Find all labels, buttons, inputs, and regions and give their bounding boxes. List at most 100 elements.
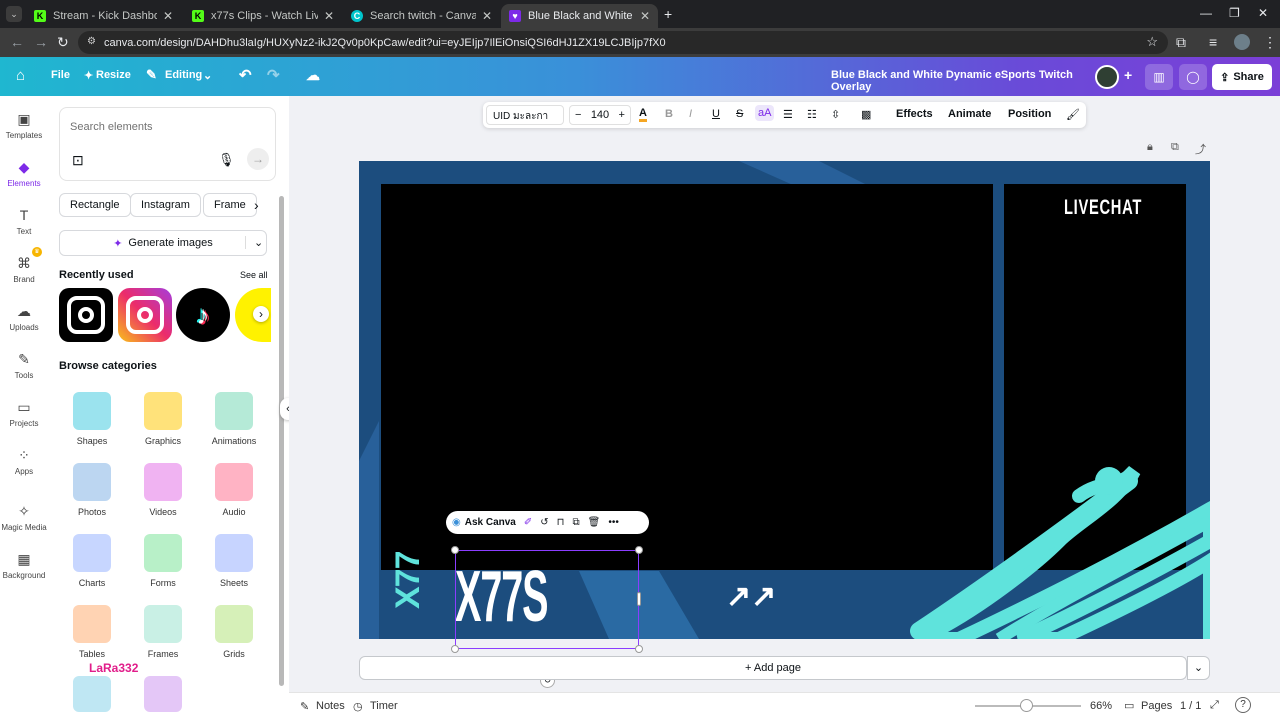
lock-element-icon[interactable]: ⊓ xyxy=(557,517,565,528)
selection-box[interactable] xyxy=(455,550,639,649)
notes-button[interactable]: Notes xyxy=(316,700,345,712)
spacing-icon[interactable]: ⇳ xyxy=(831,108,840,121)
chip-rectangle[interactable]: Rectangle xyxy=(59,193,131,217)
search-submit-icon[interactable]: → xyxy=(247,148,269,170)
side-handle[interactable] xyxy=(637,592,641,606)
close-window-icon[interactable]: ✕ xyxy=(1258,6,1268,20)
scroll-right-icon[interactable]: › xyxy=(253,306,269,322)
undo-icon[interactable]: ↶ xyxy=(239,66,252,84)
file-menu[interactable]: File xyxy=(51,69,70,81)
rail-templates[interactable]: ▣ Templates xyxy=(0,111,48,140)
redo-icon[interactable]: ↷ xyxy=(267,66,280,84)
panel-scrollbar[interactable] xyxy=(279,196,284,686)
instagram-black-icon[interactable] xyxy=(59,288,113,342)
resize-handle[interactable] xyxy=(451,546,459,554)
collaborator-avatar[interactable] xyxy=(1095,65,1119,89)
effects-button[interactable]: Effects xyxy=(896,108,933,120)
rail-brand[interactable]: ⌘ Brand ♛ xyxy=(0,247,48,284)
rail-magic-media[interactable]: ✧ Magic Media xyxy=(0,503,48,532)
timer-button[interactable]: Timer xyxy=(370,700,398,712)
rail-apps[interactable]: ⁘ Apps xyxy=(0,447,48,476)
generate-images-button[interactable]: ✦ Generate images ⌄ xyxy=(59,230,267,256)
minimize-icon[interactable]: — xyxy=(1200,6,1212,20)
magic-edit-icon[interactable]: ✐ xyxy=(524,517,532,528)
copy-style-icon[interactable]: 🖌︎ xyxy=(1066,108,1080,121)
category-videos[interactable]: Videos xyxy=(131,463,195,517)
rail-uploads[interactable]: ☁ Uploads xyxy=(0,303,48,332)
category-animations[interactable]: Animations xyxy=(202,392,266,446)
chevron-down-icon[interactable]: ⌄ xyxy=(203,69,212,82)
resize-handle[interactable] xyxy=(635,645,643,653)
tiktok-icon[interactable]: ♪ xyxy=(176,288,230,342)
tab-list-icon[interactable]: ⌄ xyxy=(6,6,22,22)
editing-button[interactable]: Editing xyxy=(165,69,202,81)
page-options-button[interactable]: ⌄ xyxy=(1187,656,1210,680)
rail-elements[interactable]: ◆ Elements xyxy=(0,159,48,188)
category-frames[interactable]: Frames xyxy=(131,605,195,659)
microphone-icon[interactable]: 🎙 xyxy=(218,152,235,168)
rail-text[interactable]: T Text xyxy=(0,207,48,236)
lock-icon[interactable]: 🔒︎ xyxy=(1147,141,1153,154)
category-mockups[interactable] xyxy=(73,676,111,712)
font-selector[interactable]: UID มะละกา xyxy=(486,105,564,125)
letter-case-icon[interactable]: aA xyxy=(755,105,775,121)
close-tab-icon[interactable]: ✕ xyxy=(163,9,173,23)
category-charts[interactable]: Charts xyxy=(60,534,124,588)
close-tab-icon[interactable]: ✕ xyxy=(640,9,650,23)
add-page-button[interactable]: + Add page xyxy=(359,656,1187,680)
underline-icon[interactable]: U xyxy=(712,108,720,120)
chip-instagram[interactable]: Instagram xyxy=(130,193,201,217)
pages-button[interactable]: Pages xyxy=(1141,700,1172,712)
search-input[interactable]: Search elements xyxy=(70,121,153,133)
duplicate-page-icon[interactable]: ⧉ xyxy=(1171,141,1179,154)
font-size-input[interactable]: 140 xyxy=(591,109,609,121)
delete-icon[interactable]: 🗑︎ xyxy=(588,517,601,528)
tab-kick-dashboard[interactable]: K Stream - Kick Dashboard ✕ xyxy=(26,4,181,28)
cloud-saved-icon[interactable]: ☁ xyxy=(306,67,320,84)
design-title[interactable]: Blue Black and White Dynamic eSports Twi… xyxy=(831,69,1081,93)
category-tables[interactable]: Tables xyxy=(60,605,124,659)
ask-canva-button[interactable]: Ask Canva xyxy=(465,517,516,528)
animate-button[interactable]: Animate xyxy=(948,108,991,120)
text-color-icon[interactable]: A xyxy=(639,108,647,122)
tab-canva-search[interactable]: C Search twitch - Canva ✕ xyxy=(343,4,500,28)
bookmark-star-icon[interactable]: ☆ xyxy=(1146,34,1158,50)
profile-avatar[interactable] xyxy=(1234,34,1250,50)
rail-background[interactable]: ▦ Background xyxy=(0,551,48,580)
fullscreen-icon[interactable]: ⤢ xyxy=(1210,699,1219,712)
help-icon[interactable]: ? xyxy=(1235,697,1251,713)
resize-handle[interactable] xyxy=(451,645,459,653)
decrease-size-icon[interactable]: − xyxy=(575,109,581,121)
tab-kick-clips[interactable]: Kx77s Clips - Watch Live on Kick ✕ xyxy=(184,4,342,28)
image-search-icon[interactable]: ⊡ xyxy=(72,152,84,169)
instagram-color-icon[interactable] xyxy=(118,288,172,342)
category-audio[interactable]: Audio xyxy=(202,463,266,517)
share-button[interactable]: ⇪ Share xyxy=(1212,64,1272,90)
rail-tools[interactable]: ✎ Tools xyxy=(0,351,48,380)
category-sheets[interactable]: Sheets xyxy=(202,534,266,588)
new-tab-icon[interactable]: + xyxy=(664,6,672,22)
duplicate-icon[interactable]: ⧉ xyxy=(572,517,579,528)
restore-icon[interactable]: ❐ xyxy=(1229,6,1240,20)
comment-icon[interactable]: ↺ xyxy=(540,517,548,528)
home-icon[interactable]: ⌂ xyxy=(16,67,25,84)
category-forms[interactable]: Forms xyxy=(131,534,195,588)
zoom-level[interactable]: 66% xyxy=(1090,700,1112,712)
extensions-icon[interactable]: ⧉ xyxy=(1176,34,1186,51)
see-all-link[interactable]: See all xyxy=(240,270,268,280)
bold-icon[interactable]: B xyxy=(665,108,673,120)
category-shapes[interactable]: Shapes xyxy=(60,392,124,446)
increase-size-icon[interactable]: + xyxy=(619,109,625,121)
close-tab-icon[interactable]: ✕ xyxy=(324,9,334,23)
transparency-icon[interactable]: ▩ xyxy=(861,108,871,121)
back-icon[interactable]: ← xyxy=(10,34,24,50)
close-tab-icon[interactable]: ✕ xyxy=(482,9,492,23)
zoom-slider-thumb[interactable] xyxy=(1020,699,1033,712)
site-info-icon[interactable]: ⚙ xyxy=(87,36,96,47)
category-graphics[interactable]: Graphics xyxy=(131,392,195,446)
url-field[interactable]: ⚙ canva.com/design/DAHDhu3laIg/HUXyNz2-i… xyxy=(78,31,1168,54)
chip-frame[interactable]: Frame xyxy=(203,193,257,217)
category-grids[interactable]: Grids xyxy=(202,605,266,659)
position-button[interactable]: Position xyxy=(1008,108,1051,120)
media-control-icon[interactable]: ≡ xyxy=(1209,34,1217,50)
